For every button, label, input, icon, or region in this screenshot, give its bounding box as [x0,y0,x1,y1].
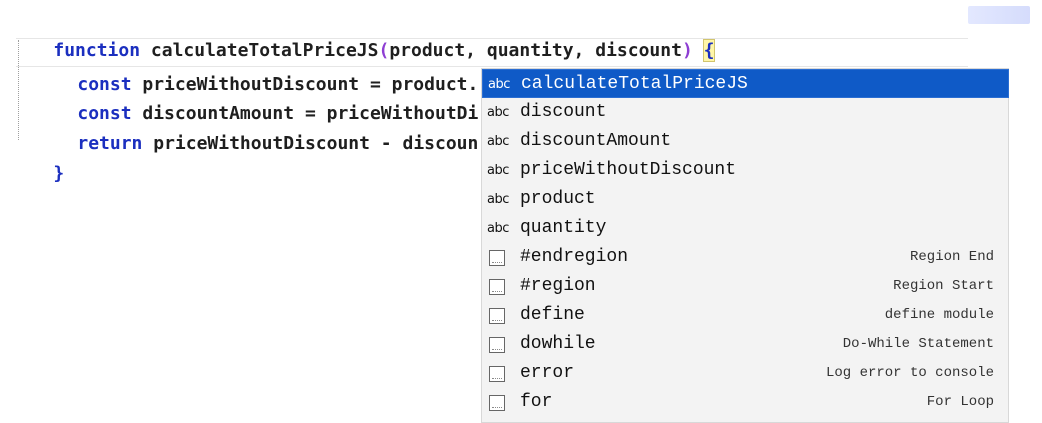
suggestion-hint: For Loop [926,394,994,410]
suggestion-item[interactable]: abc discountAmount [482,127,1009,156]
suggestion-label: priceWithoutDiscount [520,160,737,180]
return-keyword: return [77,133,143,154]
word-icon: abc [487,105,509,120]
snippet-icon [489,250,505,266]
suggestion-hint: Do-While Statement [842,336,994,352]
word-icon: abc [487,221,509,236]
code-line-2[interactable]: const priceWithoutDiscount = product. * … [34,40,608,95]
line1-space [693,40,704,61]
open-brace: { [702,39,716,62]
suggestion-item[interactable]: define define module [482,301,1009,330]
word-icon: abc [488,77,510,92]
close-brace: } [53,163,65,184]
suggestion-label: #endregion [520,247,629,267]
suggestion-hint: Log error to console [825,365,994,381]
snippet-icon [489,337,505,353]
word-icon: abc [487,163,509,178]
suggestion-label: #region [520,276,596,296]
suggestion-item[interactable]: #endregion Region End [482,243,1009,272]
suggestion-item[interactable]: error Log error to console [482,359,1009,388]
code-line-5[interactable]: } [10,129,64,184]
suggestion-item[interactable]: abc product [482,185,1009,214]
suggestion-item[interactable]: #region Region Start [482,272,1009,301]
suggestion-item[interactable]: for For Loop [482,388,1009,417]
suggestion-label: error [520,363,575,383]
line4-code: priceWithoutDiscount - discoun [142,133,479,154]
snippet-icon [489,395,505,411]
code-line-3[interactable]: const discountAmount = priceWithoutDi [34,69,478,124]
suggestion-label: discount [520,102,607,122]
code-editor[interactable]: function calculateTotalPriceJS(product, … [0,0,1042,423]
code-line-4[interactable]: return priceWithoutDiscount - discoun [34,99,478,154]
suggestion-item[interactable]: abc quantity [482,214,1009,243]
suggestion-label: product [520,189,596,209]
suggestion-item[interactable]: abc discount [482,98,1009,127]
suggestion-label: dowhile [520,334,596,354]
suggestion-label: quantity [520,218,607,238]
autocomplete-dropdown[interactable]: abc calculateTotalPriceJS abc discount a… [481,68,1009,423]
snippet-icon [489,366,505,382]
suggestion-hint: define module [884,307,994,323]
code-line-1[interactable]: function calculateTotalPriceJS(product, … [10,6,716,62]
suggestion-item[interactable]: abc calculateTotalPriceJS [482,69,1009,98]
suggestion-label: define [520,305,585,325]
suggestion-label: calculateTotalPriceJS [521,74,748,94]
word-icon: abc [487,192,509,207]
suggestion-label: for [520,392,553,412]
snippet-icon [489,279,505,295]
word-icon: abc [487,134,509,149]
suggestion-hint: Region Start [893,278,994,294]
close-paren: ) [681,40,693,61]
minimap-icon[interactable] [968,6,1030,24]
suggestion-item[interactable]: abc priceWithoutDiscount [482,156,1009,185]
snippet-icon [489,308,505,324]
suggestion-item[interactable]: dowhile Do-While Statement [482,330,1009,359]
suggestion-label: discountAmount [520,131,672,151]
suggestion-hint: Region End [909,249,994,265]
